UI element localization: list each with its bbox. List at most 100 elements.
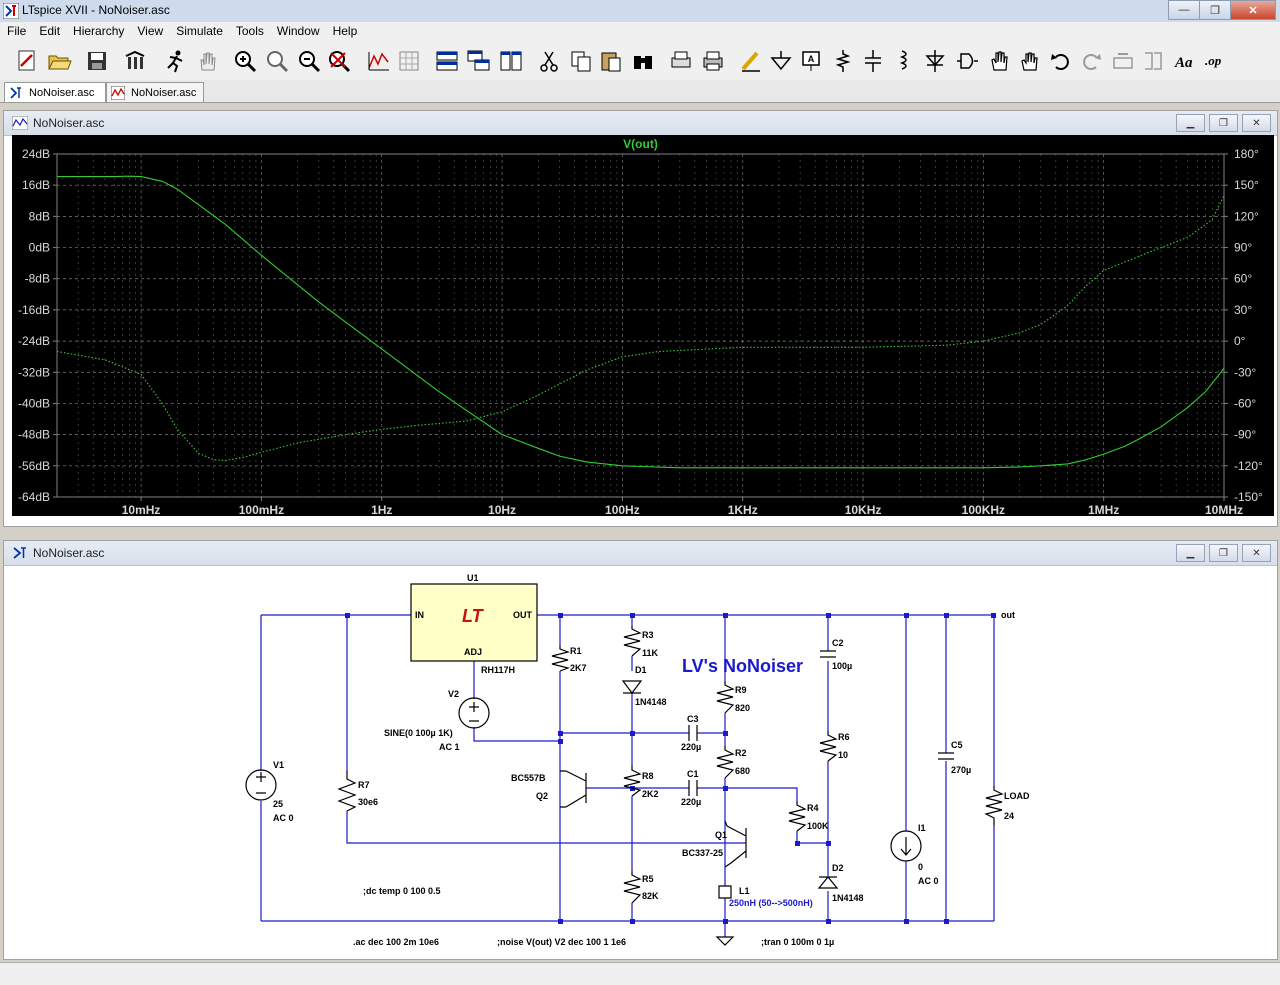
close-icon: ✕ xyxy=(1252,547,1261,559)
directive-tran: ;tran 0 100m 0 1µ xyxy=(761,937,834,947)
minimize-button[interactable]: — xyxy=(1168,0,1200,20)
diode-icon[interactable] xyxy=(922,48,948,74)
r5-resistor xyxy=(623,871,642,904)
paste-icon[interactable] xyxy=(598,48,624,74)
u1-part: RH117H xyxy=(481,665,515,675)
x-tick-label: 100Hz xyxy=(605,503,640,516)
y-tick-label-left: -16dB xyxy=(18,303,50,317)
r6-resistor xyxy=(819,731,838,762)
ground-icon[interactable] xyxy=(768,48,794,74)
r9-value: 820 xyxy=(735,703,750,713)
undo-icon[interactable] xyxy=(1048,48,1074,74)
menu-tools[interactable]: Tools xyxy=(229,22,270,42)
grid-icon[interactable] xyxy=(396,48,422,74)
draw-wire-icon[interactable] xyxy=(738,48,764,74)
r4-resistor xyxy=(788,801,807,832)
i1-label: I1 xyxy=(918,823,926,833)
directive-noise: ;noise V(out) V2 dec 100 1 1e6 xyxy=(497,937,626,947)
menu-help[interactable]: Help xyxy=(326,22,364,42)
open-folder-icon[interactable] xyxy=(46,48,72,74)
move-hand-icon[interactable] xyxy=(986,48,1012,74)
copy-icon[interactable] xyxy=(568,48,594,74)
pane-maximize-button[interactable]: ❐ xyxy=(1209,114,1238,132)
c1-capacitor xyxy=(688,780,698,796)
u1-adj-pin: ADJ xyxy=(464,647,482,657)
d2-diode xyxy=(817,876,839,889)
find-binoculars-icon[interactable] xyxy=(630,48,656,74)
x-tick-label: 100mHz xyxy=(239,503,284,516)
cascade-icon[interactable] xyxy=(466,48,492,74)
drag-hand-icon[interactable] xyxy=(1016,48,1042,74)
c3-label: C3 xyxy=(687,714,699,724)
c2-value: 100µ xyxy=(832,661,852,671)
label-net-icon[interactable]: A xyxy=(798,48,824,74)
schematic-icon xyxy=(10,86,21,99)
close-button[interactable]: ✕ xyxy=(1230,0,1276,20)
x-tick-label: 1KHz xyxy=(728,503,758,516)
components xyxy=(245,583,1004,946)
y-tick-label-right: -60° xyxy=(1234,396,1256,410)
tab-waveform[interactable]: NoNoiser.asc xyxy=(106,82,204,102)
menu-simulate[interactable]: Simulate xyxy=(169,22,229,42)
capacitor-icon[interactable] xyxy=(860,48,886,74)
component-icon[interactable] xyxy=(954,48,980,74)
control-panel-icon[interactable] xyxy=(122,48,148,74)
svg-text:A: A xyxy=(808,54,815,64)
tile-horizontal-icon[interactable] xyxy=(434,48,460,74)
zoom-in-icon[interactable] xyxy=(232,48,258,74)
save-icon[interactable] xyxy=(84,48,110,74)
r6-label: R6 xyxy=(838,732,850,742)
x-tick-label: 100KHz xyxy=(962,503,1005,516)
resistor-icon[interactable] xyxy=(830,48,856,74)
run-icon[interactable] xyxy=(162,48,188,74)
pan-icon[interactable] xyxy=(264,48,290,74)
text-icon[interactable]: Aa xyxy=(1172,48,1198,74)
c2-capacitor xyxy=(820,650,836,658)
menu-view[interactable]: View xyxy=(130,22,169,42)
schematic-canvas[interactable]: LT U1 IN OUT ADJ RH117H V1 25 AC 0 V2 SI… xyxy=(12,565,1274,955)
pane-minimize-button[interactable]: ▁ xyxy=(1176,544,1205,562)
ground-symbol xyxy=(715,936,735,946)
rotate-icon[interactable] xyxy=(1110,48,1136,74)
tab-schematic[interactable]: NoNoiser.asc xyxy=(4,82,106,102)
schematic-icon xyxy=(13,547,26,559)
pane-minimize-button[interactable]: ▁ xyxy=(1176,114,1205,132)
zoom-out-icon[interactable] xyxy=(296,48,322,74)
menu-file[interactable]: File xyxy=(0,22,32,42)
x-tick-label: 10mHz xyxy=(122,503,161,516)
c5-value: 270µ xyxy=(951,765,971,775)
d2-label: D2 xyxy=(832,863,844,873)
tile-vertical-icon[interactable] xyxy=(498,48,524,74)
mirror-icon[interactable] xyxy=(1140,48,1166,74)
inductor-icon[interactable] xyxy=(890,48,916,74)
menu-edit[interactable]: Edit xyxy=(32,22,66,42)
r7-value: 30e6 xyxy=(358,797,378,807)
pane-close-button[interactable]: ✕ xyxy=(1242,114,1271,132)
halt-hand-icon[interactable] xyxy=(194,48,220,74)
pane-close-button[interactable]: ✕ xyxy=(1242,544,1271,562)
q2-part: BC557B xyxy=(511,773,546,783)
r3-label: R3 xyxy=(642,630,654,640)
new-schematic-icon[interactable] xyxy=(14,48,40,74)
spice-directive-icon[interactable]: .op xyxy=(1202,48,1228,74)
menu-hierarchy[interactable]: Hierarchy xyxy=(66,22,130,42)
zoom-fit-icon[interactable] xyxy=(326,48,352,74)
maximize-button[interactable]: ❐ xyxy=(1199,0,1231,20)
u1-label: U1 xyxy=(467,573,479,583)
autorange-icon[interactable] xyxy=(366,48,392,74)
v1-ac: AC 0 xyxy=(273,813,294,823)
menu-window[interactable]: Window xyxy=(270,22,326,42)
bode-plot[interactable]: 24dB 16dB 8dB 0dB -8dB -16dB -24dB -32dB -40dB -4… xyxy=(12,135,1274,517)
redo-icon[interactable] xyxy=(1078,48,1104,74)
pane-maximize-button[interactable]: ❐ xyxy=(1209,544,1238,562)
print-icon[interactable] xyxy=(700,48,726,74)
plot-area[interactable]: 24dB 16dB 8dB 0dB -8dB -16dB -24dB -32dB -40dB -4… xyxy=(12,135,1274,517)
r1-label: R1 xyxy=(570,646,582,656)
r7-resistor xyxy=(337,771,357,812)
y-tick-label-right: -150° xyxy=(1234,490,1263,504)
x-tick-label: 10KHz xyxy=(845,503,882,516)
chart-title: V(out) xyxy=(623,137,658,151)
print-setup-icon[interactable] xyxy=(668,48,694,74)
y-tick-label-left: -24dB xyxy=(18,334,50,348)
cut-icon[interactable] xyxy=(536,48,562,74)
